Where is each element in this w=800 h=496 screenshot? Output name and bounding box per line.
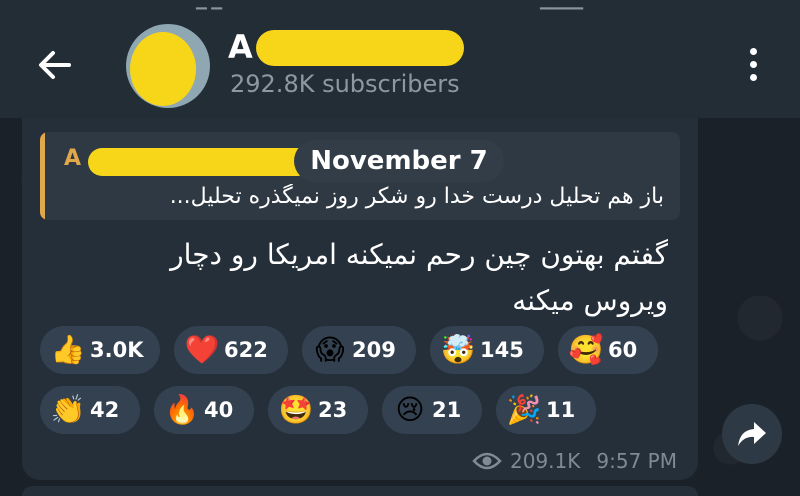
status-icon: ▁▁▁▁ [540, 0, 584, 10]
date-pill: November 7 [294, 140, 504, 182]
reaction-star-struck[interactable]: 🤩 23 [268, 386, 368, 434]
reaction-count: 145 [480, 338, 524, 362]
smiling-hearts-icon: 🥰 [568, 333, 604, 366]
message-time: 9:57 PM [596, 449, 677, 473]
reply-author-redaction [88, 148, 312, 176]
reaction-screaming-face[interactable]: 😱 209 [302, 326, 416, 374]
reaction-smiling-hearts[interactable]: 🥰 60 [558, 326, 658, 374]
reaction-crying-face[interactable]: 😢 21 [382, 386, 482, 434]
reaction-exploding-head[interactable]: 🤯 145 [430, 326, 544, 374]
reaction-count: 3.0K [90, 338, 144, 362]
reaction-count: 622 [224, 338, 268, 362]
reply-text: باز هم تحلیل درست خدا رو شکر روز نمیگذره… [169, 184, 664, 209]
eye-icon [472, 452, 502, 470]
reaction-party-popper[interactable]: 🎉 11 [496, 386, 596, 434]
more-vertical-icon [749, 47, 757, 55]
exploding-head-icon: 🤯 [440, 333, 476, 366]
reaction-count: 11 [546, 398, 576, 422]
status-bar: ▁ ▁ ▁▁▁▁ [0, 0, 800, 14]
message-line: گفتم بهتون چین رحم نمیکنه امریکا رو دچار [170, 238, 668, 271]
channel-title-redaction [256, 30, 464, 66]
message-line: ویروس میکنه [512, 284, 668, 317]
more-menu-button[interactable] [735, 42, 771, 86]
star-struck-icon: 🤩 [278, 393, 314, 426]
arrow-left-icon [39, 51, 71, 79]
share-button[interactable] [722, 404, 782, 464]
party-popper-icon: 🎉 [506, 393, 542, 426]
reaction-count: 42 [90, 398, 120, 422]
reaction-fire[interactable]: 🔥 40 [154, 386, 254, 434]
message-meta: 209.1K 9:57 PM [472, 446, 677, 476]
reaction-count: 60 [608, 338, 638, 362]
share-forward-icon [738, 422, 766, 446]
view-count: 209.1K [510, 449, 581, 473]
subscriber-count: 292.8K subscribers [230, 70, 460, 98]
reaction-clapping[interactable]: 👏 42 [40, 386, 140, 434]
status-icon: ▁ ▁ [196, 0, 222, 10]
crying-face-icon: 😢 [395, 393, 425, 426]
clapping-hands-icon: 👏 [50, 393, 86, 426]
back-button[interactable] [30, 40, 80, 90]
reaction-heart[interactable]: ❤️ 622 [174, 326, 288, 374]
reaction-count: 21 [432, 398, 462, 422]
fire-icon: 🔥 [164, 393, 200, 426]
message-text: گفتم بهتون چین رحم نمیکنه امریکا رو دچار… [40, 232, 668, 324]
reply-author: A [64, 146, 82, 171]
channel-title[interactable]: A [228, 28, 253, 66]
channel-header: ▁ ▁ ▁▁▁▁ A 292.8K subscribers [0, 0, 800, 118]
screaming-face-icon: 😱 [315, 333, 345, 366]
reaction-count: 40 [204, 398, 234, 422]
heart-icon: ❤️ [184, 333, 220, 366]
reaction-count: 23 [318, 398, 348, 422]
thumbs-up-icon: 👍 [50, 333, 86, 366]
reply-accent-bar [40, 132, 45, 220]
channel-avatar[interactable] [126, 24, 210, 108]
reaction-thumbs-up[interactable]: 👍 3.0K [40, 326, 160, 374]
next-message-bubble [22, 486, 698, 496]
reaction-count: 209 [352, 338, 396, 362]
avatar-redaction [130, 32, 196, 106]
